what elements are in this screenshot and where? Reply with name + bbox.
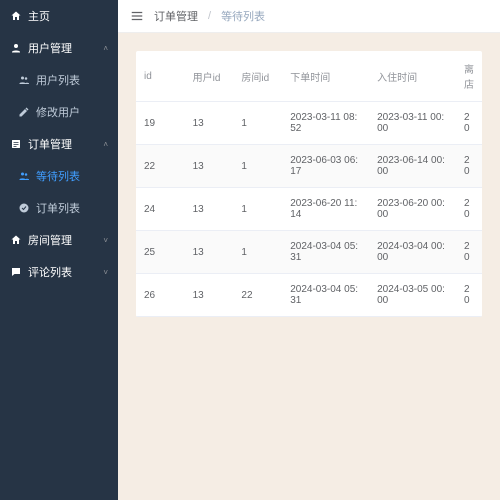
cell-id: 22	[136, 145, 185, 188]
cell-id: 19	[136, 102, 185, 145]
cell-checkin: 2024-03-04 00:00	[369, 231, 456, 274]
sidebar-item-order-list[interactable]: 订单列表	[0, 192, 118, 224]
sidebar-label: 等待列表	[36, 168, 80, 184]
cell-uid: 13	[185, 274, 234, 317]
table-row[interactable]: 191312023-03-11 08:522023-03-11 00:0020	[136, 102, 482, 145]
table-row[interactable]: 241312023-06-20 11:142023-06-20 00:0020	[136, 188, 482, 231]
breadcrumb-b: 等待列表	[221, 8, 265, 24]
sidebar-item-user-mgmt[interactable]: 用户管理 ˄	[0, 32, 118, 64]
cell-order: 2023-03-11 08:52	[282, 102, 369, 145]
hamburger-icon[interactable]	[130, 9, 144, 23]
cell-uid: 13	[185, 188, 234, 231]
users-icon	[18, 170, 30, 182]
table-row[interactable]: 2613222024-03-04 05:312024-03-05 00:0020	[136, 274, 482, 317]
sidebar-label: 主页	[28, 8, 50, 24]
table-card: id 用户id 房间id 下单时间 入住时间 离店 191312023-03-1…	[136, 51, 482, 317]
cell-id: 24	[136, 188, 185, 231]
message-icon	[10, 266, 22, 278]
cell-uid: 13	[185, 145, 234, 188]
cell-checkout: 20	[456, 102, 482, 145]
sidebar-label: 用户列表	[36, 72, 80, 88]
cell-order: 2024-03-04 05:31	[282, 274, 369, 317]
sidebar-label: 用户管理	[28, 40, 72, 56]
list-icon	[10, 138, 22, 150]
sidebar-item-edit-user[interactable]: 修改用户	[0, 96, 118, 128]
cell-order: 2023-06-20 11:14	[282, 188, 369, 231]
th-checkin: 入住时间	[369, 51, 456, 102]
th-order: 下单时间	[282, 51, 369, 102]
user-icon	[10, 42, 22, 54]
cell-checkout: 20	[456, 145, 482, 188]
sidebar-label: 房间管理	[28, 232, 72, 248]
cell-uid: 13	[185, 102, 234, 145]
cell-id: 26	[136, 274, 185, 317]
sidebar: 主页 用户管理 ˄ 用户列表 修改用户 订单管理 ˄ 等	[0, 0, 118, 500]
sidebar-item-order-mgmt[interactable]: 订单管理 ˄	[0, 128, 118, 160]
chevron-down-icon: ˅	[103, 236, 108, 245]
cell-rid: 1	[233, 145, 282, 188]
sidebar-label: 修改用户	[36, 104, 80, 120]
main: 订单管理 / 等待列表 id 用户id 房间id 下单时间 入住时间 离店	[118, 0, 500, 500]
cell-checkin: 2023-06-20 00:00	[369, 188, 456, 231]
cell-order: 2023-06-03 06:17	[282, 145, 369, 188]
users-icon	[18, 74, 30, 86]
cell-rid: 22	[233, 274, 282, 317]
table-header-row: id 用户id 房间id 下单时间 入住时间 离店	[136, 51, 482, 102]
home-icon	[10, 234, 22, 246]
sidebar-label: 订单管理	[28, 136, 72, 152]
cell-checkout: 20	[456, 188, 482, 231]
cell-checkin: 2023-03-11 00:00	[369, 102, 456, 145]
th-rid: 房间id	[233, 51, 282, 102]
breadcrumb-sep: /	[208, 10, 211, 22]
cell-checkin: 2023-06-14 00:00	[369, 145, 456, 188]
data-table: id 用户id 房间id 下单时间 入住时间 离店 191312023-03-1…	[136, 51, 482, 317]
sidebar-item-home[interactable]: 主页	[0, 0, 118, 32]
sidebar-label: 订单列表	[36, 200, 80, 216]
cell-id: 25	[136, 231, 185, 274]
sidebar-label: 评论列表	[28, 264, 72, 280]
sidebar-item-room-mgmt[interactable]: 房间管理 ˅	[0, 224, 118, 256]
cell-checkout: 20	[456, 274, 482, 317]
content: id 用户id 房间id 下单时间 入住时间 离店 191312023-03-1…	[118, 33, 500, 335]
cell-uid: 13	[185, 231, 234, 274]
cell-rid: 1	[233, 188, 282, 231]
topbar: 订单管理 / 等待列表	[118, 0, 500, 33]
sidebar-item-user-list[interactable]: 用户列表	[0, 64, 118, 96]
cell-checkin: 2024-03-05 00:00	[369, 274, 456, 317]
table-row[interactable]: 221312023-06-03 06:172023-06-14 00:0020	[136, 145, 482, 188]
breadcrumb-a[interactable]: 订单管理	[154, 8, 198, 24]
cell-order: 2024-03-04 05:31	[282, 231, 369, 274]
sidebar-item-wait-list[interactable]: 等待列表	[0, 160, 118, 192]
home-icon	[10, 10, 22, 22]
chevron-up-icon: ˄	[103, 140, 108, 149]
cell-rid: 1	[233, 231, 282, 274]
chevron-up-icon: ˄	[103, 44, 108, 53]
chevron-down-icon: ˅	[103, 268, 108, 277]
cell-checkout: 20	[456, 231, 482, 274]
cell-rid: 1	[233, 102, 282, 145]
th-id: id	[136, 51, 185, 102]
check-icon	[18, 202, 30, 214]
table-row[interactable]: 251312024-03-04 05:312024-03-04 00:0020	[136, 231, 482, 274]
edit-icon	[18, 106, 30, 118]
th-checkout: 离店	[456, 51, 482, 102]
th-uid: 用户id	[185, 51, 234, 102]
sidebar-item-comment-list[interactable]: 评论列表 ˅	[0, 256, 118, 288]
